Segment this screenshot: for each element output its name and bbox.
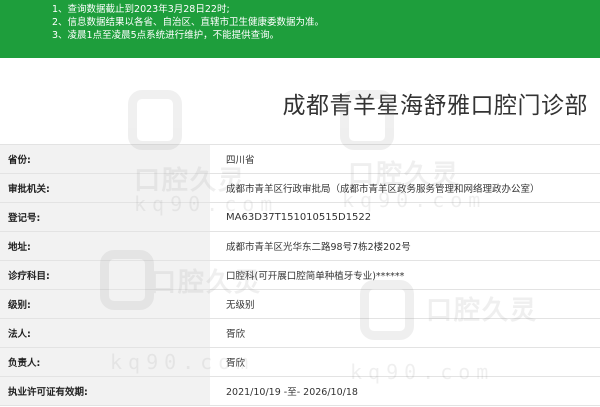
table-row: 法人: 胥欣 [0,318,600,348]
row-label-license-validity: 执业许可证有效期: [0,376,210,406]
row-label-approval-authority: 审批机关: [0,173,210,203]
row-label-level: 级别: [0,289,210,319]
row-value-person-in-charge: 胥欣 [210,347,600,377]
row-label-legal-person: 法人: [0,318,210,348]
notice-line: 2、信息数据结果以各省、自治区、直辖市卫生健康委数据为准。 [52,17,325,28]
notice-line: 1、查询数据截止到2023年3月28日22时; [52,4,230,15]
table-row: 登记号: MA63D37T151010515D1522 [0,202,600,232]
row-value-approval-authority: 成都市青羊区行政审批局（成都市青羊区政务服务管理和网络理政办公室） [210,173,600,203]
row-label-province: 省份: [0,144,210,174]
table-row: 级别: 无级别 [0,289,600,319]
row-value-registration-number: MA63D37T151010515D1522 [210,202,600,232]
row-label-treatment-subjects: 诊疗科目: [0,260,210,290]
table-row: 执业许可证有效期: 2021/10/19 -至- 2026/10/18 [0,376,600,406]
row-value-province: 四川省 [210,144,600,174]
notice-banner: 1、查询数据截止到2023年3月28日22时; 2、信息数据结果以各省、自治区、… [0,0,600,58]
table-row: 诊疗科目: 口腔科(可开展口腔简单种植牙专业)****** [0,260,600,290]
row-value-level: 无级别 [210,289,600,319]
table-row: 地址: 成都市青羊区光华东二路98号7栋2楼202号 [0,231,600,261]
notice-line: 3、凌晨1点至凌晨5点系统进行维护，不能提供查询。 [52,30,280,41]
row-value-treatment-subjects: 口腔科(可开展口腔简单种植牙专业)****** [210,260,600,290]
table-row: 负责人: 胥欣 [0,347,600,377]
clinic-info-table: 省份: 四川省 审批机关: 成都市青羊区行政审批局（成都市青羊区政务服务管理和网… [0,144,600,406]
row-label-registration-number: 登记号: [0,202,210,232]
row-value-address: 成都市青羊区光华东二路98号7栋2楼202号 [210,231,600,261]
table-row: 审批机关: 成都市青羊区行政审批局（成都市青羊区政务服务管理和网络理政办公室） [0,173,600,203]
row-value-legal-person: 胥欣 [210,318,600,348]
page: 1、查询数据截止到2023年3月28日22时; 2、信息数据结果以各省、自治区、… [0,0,600,407]
row-label-address: 地址: [0,231,210,261]
row-value-license-validity: 2021/10/19 -至- 2026/10/18 [210,376,600,406]
clinic-title: 成都青羊星海舒雅口腔门诊部 [282,93,588,119]
table-row: 省份: 四川省 [0,144,600,174]
row-label-person-in-charge: 负责人: [0,347,210,377]
